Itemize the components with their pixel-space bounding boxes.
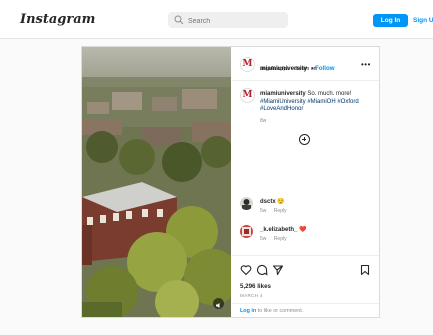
caption-time: 8w — [260, 118, 267, 124]
post-card: M miamiuniversity • Follow angelalopps •… — [81, 46, 380, 318]
share-icon[interactable] — [272, 264, 284, 276]
comment-time: 5w — [260, 208, 267, 214]
post-header: M miamiuniversity • Follow angelalopps •… — [232, 47, 379, 81]
more-options-icon[interactable]: ••• — [361, 60, 371, 69]
caption-text: So. much. more! — [307, 91, 352, 97]
search-input[interactable] — [186, 14, 286, 28]
post-video[interactable] — [82, 47, 231, 317]
reply-button[interactable]: Reply — [274, 236, 287, 242]
campus-aerial-image — [82, 47, 231, 317]
miami-m-logo-icon: M — [242, 90, 253, 100]
search-icon — [174, 15, 184, 25]
follow-button[interactable]: Follow — [315, 65, 335, 72]
like-count[interactable]: 5,296 likes — [240, 283, 271, 290]
search-box[interactable] — [168, 12, 288, 28]
comment-username[interactable]: _k.elizabeth_ — [260, 227, 297, 233]
comment-emoji: 😌 — [277, 199, 285, 205]
login-link[interactable]: Log in — [240, 308, 256, 314]
caption-avatar[interactable]: M — [240, 88, 255, 103]
load-more-comments-icon[interactable] — [299, 134, 310, 145]
reply-button[interactable]: Reply — [274, 208, 287, 214]
speaker-icon — [216, 303, 220, 308]
comment-item: dsctx 😌 5w Reply — [240, 197, 375, 219]
comment-time: 5w — [260, 236, 267, 242]
comment-avatar[interactable] — [240, 225, 253, 238]
post-caption: miamiuniversity So. much. more! #MiamiUn… — [260, 91, 375, 114]
author-avatar[interactable]: M — [240, 57, 255, 72]
login-button[interactable]: Log In — [373, 14, 408, 27]
bookmark-icon[interactable] — [359, 264, 371, 276]
comment-username[interactable]: dsctx — [260, 199, 276, 205]
audio-label[interactable]: angelalopps • dream on — [260, 66, 317, 72]
caption-hashtags[interactable]: #MiamiUniversity #MiamiOH #Oxford #LoveA… — [260, 99, 359, 113]
top-nav: Instagram Log In Sign Up — [0, 0, 433, 39]
post-actions: 5,296 likes MARCH 4 Log in to like or co… — [232, 255, 379, 318]
comment-avatar[interactable] — [240, 197, 253, 210]
comment-item: _k.elizabeth_ ❤️ 5w Reply — [240, 225, 375, 247]
comment-icon[interactable] — [256, 264, 268, 276]
login-prompt-text: to like or comment. — [257, 308, 304, 314]
miami-m-logo-icon: M — [242, 59, 253, 69]
instagram-logo[interactable]: Instagram — [20, 12, 95, 27]
comment-emoji: ❤️ — [299, 227, 307, 233]
mute-button[interactable] — [213, 298, 224, 309]
heart-icon[interactable] — [240, 264, 252, 276]
post-date: MARCH 4 — [240, 293, 263, 298]
login-prompt: Log in to like or comment. — [232, 303, 379, 319]
signup-link[interactable]: Sign Up — [413, 14, 433, 27]
caption-username[interactable]: miamiuniversity — [260, 91, 306, 97]
post-panel: M miamiuniversity • Follow angelalopps •… — [232, 47, 379, 317]
